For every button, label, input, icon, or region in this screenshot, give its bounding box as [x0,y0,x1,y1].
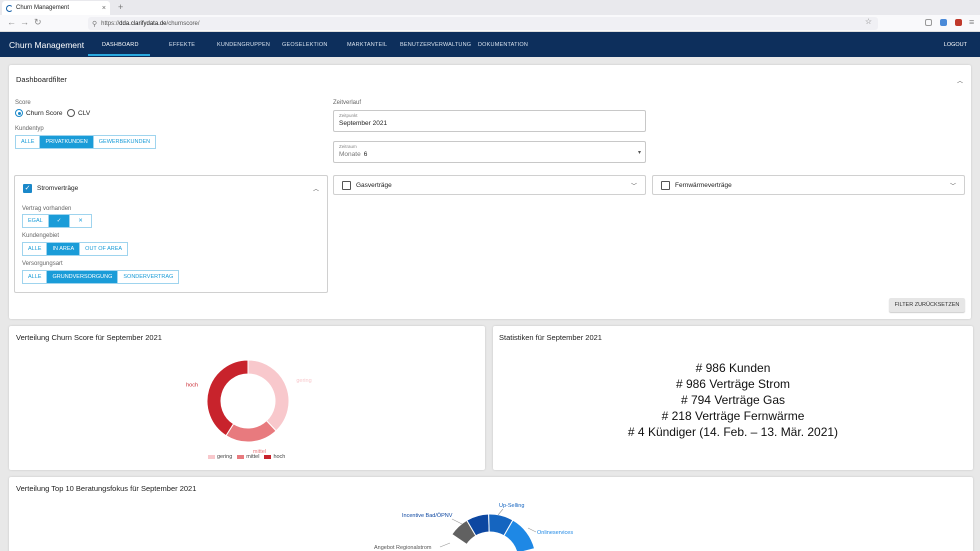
top10-donut-chart: Incentive Bad/ÖPNV Up-Selling Onlineservic… [374,503,573,551]
label-connector [497,508,504,516]
top10-slice-label: Onlineservices [537,530,573,536]
label-connector [439,542,451,548]
label-connector [451,518,463,525]
top10-slice-label: Angebot Regionalstrom [374,545,432,551]
top10-slice-label: Up-Selling [499,503,524,509]
label-connector [527,527,537,533]
top10-slice-label: Incentive Bad/ÖPNV [402,512,453,519]
